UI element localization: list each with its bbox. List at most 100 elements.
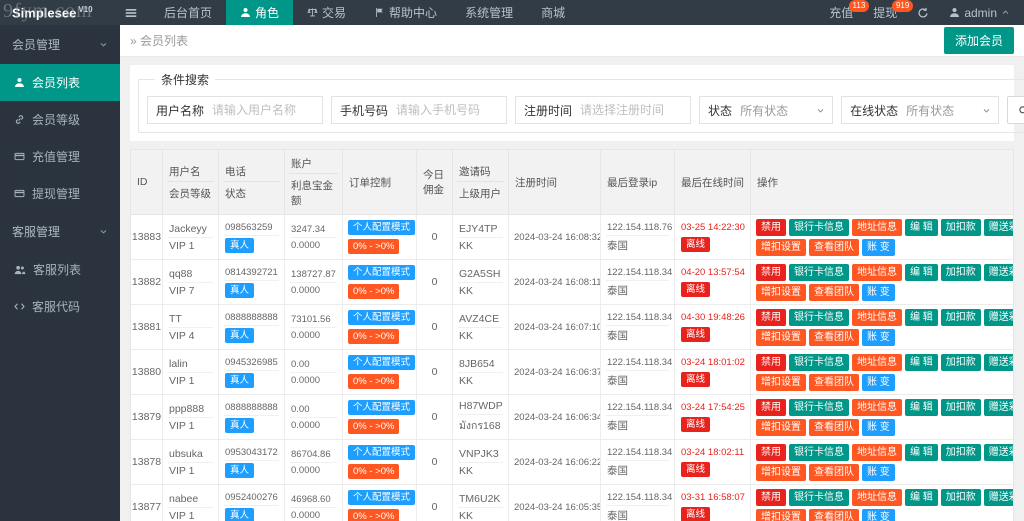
order-control-badge[interactable]: 0% - >0% bbox=[348, 329, 400, 344]
action-button[interactable]: 赠送彩金 bbox=[983, 398, 1013, 416]
order-control-badge[interactable]: 0% - >0% bbox=[348, 239, 400, 254]
order-control-badge[interactable]: 0% - >0% bbox=[348, 509, 400, 521]
action-button[interactable]: 地址信息 bbox=[852, 443, 902, 461]
action-button[interactable]: 银行卡信息 bbox=[789, 263, 849, 281]
action-button[interactable]: 查看团队 bbox=[809, 328, 859, 346]
recharge-link[interactable]: 充值 113 bbox=[829, 0, 870, 25]
action-button[interactable]: 查看团队 bbox=[809, 508, 859, 521]
nav-item-0[interactable]: 后台首页 bbox=[150, 0, 226, 25]
action-button[interactable]: 银行卡信息 bbox=[789, 353, 849, 371]
sidebar-item-1-1[interactable]: 客服代码 bbox=[0, 288, 120, 325]
order-control-badge[interactable]: 个人配置模式 bbox=[348, 490, 416, 505]
action-button[interactable]: 账 变 bbox=[862, 463, 895, 481]
action-button[interactable]: 加扣款 bbox=[940, 443, 981, 461]
action-button[interactable]: 编 辑 bbox=[905, 398, 938, 416]
nav-item-4[interactable]: 系统管理 bbox=[451, 0, 527, 25]
action-button[interactable]: 地址信息 bbox=[852, 218, 902, 236]
refresh-icon[interactable] bbox=[917, 0, 929, 25]
action-button[interactable]: 地址信息 bbox=[852, 398, 902, 416]
order-control-badge[interactable]: 个人配置模式 bbox=[348, 445, 416, 460]
action-button[interactable]: 加扣款 bbox=[940, 308, 981, 326]
nav-item-5[interactable]: 商城 bbox=[527, 0, 579, 25]
search-button[interactable]: 搜 索 bbox=[1007, 96, 1024, 124]
hamburger-icon[interactable] bbox=[112, 0, 150, 25]
sidebar-section-0[interactable]: 会员管理 bbox=[0, 25, 120, 64]
action-button[interactable]: 禁用 bbox=[756, 398, 786, 416]
action-button[interactable]: 禁用 bbox=[756, 218, 786, 236]
action-button[interactable]: 赠送彩金 bbox=[983, 308, 1013, 326]
order-control-badge[interactable]: 0% - >0% bbox=[348, 464, 400, 479]
action-button[interactable]: 禁用 bbox=[756, 263, 786, 281]
action-button[interactable]: 加扣款 bbox=[940, 263, 981, 281]
sidebar-item-1-0[interactable]: 客服列表 bbox=[0, 251, 120, 288]
withdraw-link[interactable]: 提现 919 bbox=[873, 0, 914, 25]
order-control-badge[interactable]: 0% - >0% bbox=[348, 374, 400, 389]
order-control-badge[interactable]: 个人配置模式 bbox=[348, 400, 416, 415]
order-control-badge[interactable]: 0% - >0% bbox=[348, 419, 400, 434]
sidebar-item-0-3[interactable]: 提现管理 bbox=[0, 175, 120, 212]
action-button[interactable]: 账 变 bbox=[862, 283, 895, 301]
order-control-badge[interactable]: 个人配置模式 bbox=[348, 310, 416, 325]
action-button[interactable]: 增扣设置 bbox=[756, 238, 806, 256]
sidebar-item-0-0[interactable]: 会员列表 bbox=[0, 64, 120, 101]
action-button[interactable]: 地址信息 bbox=[852, 308, 902, 326]
action-button[interactable]: 赠送彩金 bbox=[983, 218, 1013, 236]
action-button[interactable]: 编 辑 bbox=[905, 263, 938, 281]
action-button[interactable]: 编 辑 bbox=[905, 443, 938, 461]
action-button[interactable]: 银行卡信息 bbox=[789, 218, 849, 236]
action-button[interactable]: 银行卡信息 bbox=[789, 398, 849, 416]
action-button[interactable]: 账 变 bbox=[862, 238, 895, 256]
action-button[interactable]: 加扣款 bbox=[940, 353, 981, 371]
action-button[interactable]: 增扣设置 bbox=[756, 328, 806, 346]
action-button[interactable]: 查看团队 bbox=[809, 418, 859, 436]
action-button[interactable]: 账 变 bbox=[862, 508, 895, 521]
action-button[interactable]: 加扣款 bbox=[940, 488, 981, 506]
action-button[interactable]: 编 辑 bbox=[905, 308, 938, 326]
action-button[interactable]: 编 辑 bbox=[905, 218, 938, 236]
action-button[interactable]: 账 变 bbox=[862, 328, 895, 346]
sidebar-item-0-1[interactable]: 会员等级 bbox=[0, 101, 120, 138]
action-button[interactable]: 编 辑 bbox=[905, 353, 938, 371]
sidebar-section-1[interactable]: 客服管理 bbox=[0, 212, 120, 251]
action-button[interactable]: 禁用 bbox=[756, 353, 786, 371]
nav-item-1[interactable]: 角色 bbox=[226, 0, 294, 25]
action-button[interactable]: 地址信息 bbox=[852, 353, 902, 371]
order-control-badge[interactable]: 个人配置模式 bbox=[348, 355, 416, 370]
action-button[interactable]: 加扣款 bbox=[940, 398, 981, 416]
action-button[interactable]: 银行卡信息 bbox=[789, 308, 849, 326]
action-button[interactable]: 地址信息 bbox=[852, 263, 902, 281]
add-member-button[interactable]: 添加会员 bbox=[943, 27, 1014, 54]
sidebar-item-0-2[interactable]: 充值管理 bbox=[0, 138, 120, 175]
action-button[interactable]: 查看团队 bbox=[809, 463, 859, 481]
action-button[interactable]: 增扣设置 bbox=[756, 463, 806, 481]
search-select-3[interactable]: 所有状态 bbox=[740, 97, 832, 123]
action-button[interactable]: 查看团队 bbox=[809, 373, 859, 391]
action-button[interactable]: 账 变 bbox=[862, 418, 895, 436]
action-button[interactable]: 增扣设置 bbox=[756, 508, 806, 521]
action-button[interactable]: 禁用 bbox=[756, 308, 786, 326]
action-button[interactable]: 查看团队 bbox=[809, 238, 859, 256]
action-button[interactable]: 账 变 bbox=[862, 373, 895, 391]
order-control-badge[interactable]: 个人配置模式 bbox=[348, 265, 416, 280]
order-control-badge[interactable]: 0% - >0% bbox=[348, 284, 400, 299]
action-button[interactable]: 禁用 bbox=[756, 443, 786, 461]
action-button[interactable]: 加扣款 bbox=[940, 218, 981, 236]
action-button[interactable]: 增扣设置 bbox=[756, 373, 806, 391]
action-button[interactable]: 银行卡信息 bbox=[789, 488, 849, 506]
action-button[interactable]: 赠送彩金 bbox=[983, 353, 1013, 371]
action-button[interactable]: 增扣设置 bbox=[756, 283, 806, 301]
action-button[interactable]: 赠送彩金 bbox=[983, 263, 1013, 281]
action-button[interactable]: 银行卡信息 bbox=[789, 443, 849, 461]
search-select-4[interactable]: 所有状态 bbox=[906, 97, 998, 123]
action-button[interactable]: 赠送彩金 bbox=[983, 443, 1013, 461]
nav-item-3[interactable]: 帮助中心 bbox=[360, 0, 451, 25]
action-button[interactable]: 地址信息 bbox=[852, 488, 902, 506]
action-button[interactable]: 禁用 bbox=[756, 488, 786, 506]
search-input-1[interactable] bbox=[396, 97, 507, 123]
action-button[interactable]: 赠送彩金 bbox=[983, 488, 1013, 506]
action-button[interactable]: 查看团队 bbox=[809, 283, 859, 301]
action-button[interactable]: 编 辑 bbox=[905, 488, 938, 506]
order-control-badge[interactable]: 个人配置模式 bbox=[348, 220, 416, 235]
admin-menu[interactable]: admin bbox=[949, 0, 1010, 25]
nav-item-2[interactable]: 交易 bbox=[293, 0, 360, 25]
